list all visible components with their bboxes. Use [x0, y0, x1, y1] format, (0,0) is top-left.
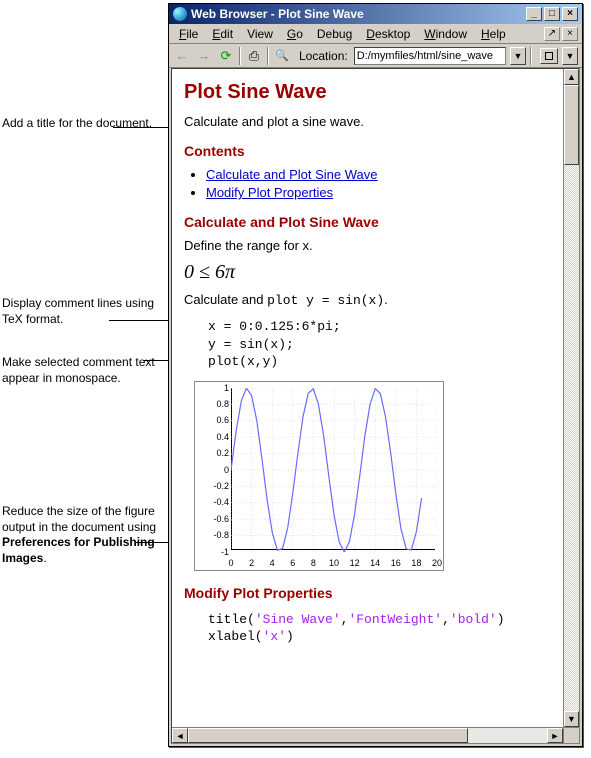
section-text: Define the range for x. — [184, 238, 551, 253]
forward-button[interactable]: → — [195, 47, 213, 65]
xtick-label: 2 — [249, 558, 254, 568]
vertical-scrollbar[interactable]: ▲ ▼ — [563, 69, 579, 727]
xtick-label: 6 — [290, 558, 295, 568]
menu-view[interactable]: View — [241, 26, 279, 42]
xtick-label: 14 — [370, 558, 380, 568]
xtick-label: 8 — [311, 558, 316, 568]
text-span: Calculate and — [184, 292, 267, 307]
ytick-label: -0.2 — [195, 481, 229, 491]
menu-file[interactable]: File — [173, 26, 204, 42]
ytick-label: 0.6 — [195, 415, 229, 425]
leader-line — [109, 320, 168, 321]
xtick-label: 10 — [329, 558, 339, 568]
location-label: Location: — [299, 49, 348, 63]
list-item: Calculate and Plot Sine Wave — [206, 167, 551, 182]
section-heading: Modify Plot Properties — [184, 585, 551, 601]
toolbar: ← → ⟳ ⎙ 🔍 Location: ▼ ▼ — [169, 44, 582, 68]
scroll-track[interactable] — [188, 728, 547, 743]
maximize-button[interactable]: □ — [544, 7, 560, 21]
text-span: . — [384, 292, 388, 307]
toolbar-separator — [267, 47, 269, 65]
print-button[interactable]: ⎙ — [245, 47, 263, 65]
menu-help[interactable]: Help — [475, 26, 512, 42]
xtick-label: 0 — [228, 558, 233, 568]
mono-span: plot y = sin(x) — [267, 293, 384, 308]
xtick-label: 4 — [270, 558, 275, 568]
minimize-button[interactable]: _ — [526, 7, 542, 21]
xtick-label: 12 — [350, 558, 360, 568]
menubar-close-button[interactable]: × — [562, 27, 578, 41]
ytick-label: 0.4 — [195, 432, 229, 442]
undock-button[interactable]: ↗ — [544, 27, 560, 41]
annotation-monospace: Make selected comment text appear in mon… — [2, 355, 162, 386]
annotation-text: . — [43, 551, 46, 565]
code-block: title('Sine Wave','FontWeight','bold') x… — [208, 611, 551, 646]
viewport: Plot Sine Wave Calculate and plot a sine… — [171, 68, 580, 744]
page-title: Plot Sine Wave — [184, 81, 551, 104]
location-input[interactable] — [354, 47, 506, 65]
reload-button[interactable]: ⟳ — [217, 47, 235, 65]
plot-canvas — [231, 388, 437, 552]
table-of-contents: Calculate and Plot Sine Wave Modify Plot… — [206, 167, 551, 200]
location-dropdown-button[interactable]: ▼ — [510, 47, 526, 65]
document-content: Plot Sine Wave Calculate and plot a sine… — [172, 69, 563, 727]
section-heading: Calculate and Plot Sine Wave — [184, 214, 551, 230]
math-expression: 0 ≤ 6π — [184, 261, 551, 284]
intro-text: Calculate and plot a sine wave. — [184, 114, 551, 129]
ytick-label: 0.2 — [195, 448, 229, 458]
scroll-right-button[interactable]: ► — [547, 728, 563, 743]
menu-window[interactable]: Window — [418, 26, 473, 42]
scroll-up-button[interactable]: ▲ — [564, 69, 579, 85]
window-title: Web Browser - Plot Sine Wave — [191, 7, 364, 21]
ytick-label: -1 — [195, 547, 229, 557]
sine-line — [231, 388, 422, 552]
back-button[interactable]: ← — [173, 47, 191, 65]
horizontal-scrollbar[interactable]: ◄ ► — [172, 727, 563, 743]
scroll-thumb[interactable] — [188, 728, 468, 743]
leader-line — [144, 360, 168, 361]
menu-desktop[interactable]: Desktop — [360, 26, 416, 42]
list-item: Modify Plot Properties — [206, 185, 551, 200]
size-grip[interactable] — [563, 727, 579, 743]
annotation-figure-size: Reduce the size of the figure output in … — [2, 504, 162, 566]
ytick-label: 0.8 — [195, 399, 229, 409]
menu-go[interactable]: Go — [281, 26, 309, 42]
annotation-tex: Display comment lines using TeX format. — [2, 296, 157, 327]
leader-line — [113, 127, 168, 128]
ytick-label: 1 — [195, 383, 229, 393]
scroll-left-button[interactable]: ◄ — [172, 728, 188, 743]
ytick-label: 0 — [195, 465, 229, 475]
toc-link-calculate[interactable]: Calculate and Plot Sine Wave — [206, 167, 378, 182]
toolbar-separator — [239, 47, 241, 65]
menu-debug[interactable]: Debug — [311, 26, 358, 42]
xtick-label: 16 — [391, 558, 401, 568]
contents-heading: Contents — [184, 143, 551, 159]
annotation-title: Add a title for the document. — [2, 116, 157, 132]
dock-dropdown-button[interactable]: ▼ — [562, 47, 578, 65]
find-button[interactable]: 🔍 — [273, 47, 291, 65]
scroll-thumb[interactable] — [564, 85, 579, 165]
scroll-track[interactable] — [564, 85, 579, 711]
menubar: File Edit View Go Debug Desktop Window H… — [169, 24, 582, 44]
titlebar: Web Browser - Plot Sine Wave _ □ × — [169, 4, 582, 24]
scroll-down-button[interactable]: ▼ — [564, 711, 579, 727]
xtick-label: 18 — [411, 558, 421, 568]
toc-link-modify[interactable]: Modify Plot Properties — [206, 185, 333, 200]
xtick-label: 20 — [432, 558, 442, 568]
sine-plot: -1-0.8-0.6-0.4-0.200.20.40.60.8102468101… — [194, 381, 444, 571]
toolbar-separator — [530, 47, 532, 65]
calc-text: Calculate and plot y = sin(x). — [184, 292, 551, 308]
dock-toggle-button[interactable] — [540, 48, 558, 64]
code-block: x = 0:0.125:6*pi; y = sin(x); plot(x,y) — [208, 318, 551, 371]
annotation-text: Reduce the size of the figure output in … — [2, 504, 156, 534]
ytick-label: -0.4 — [195, 497, 229, 507]
menu-edit[interactable]: Edit — [206, 26, 239, 42]
close-button[interactable]: × — [562, 7, 578, 21]
leader-line — [136, 542, 169, 543]
browser-window: Web Browser - Plot Sine Wave _ □ × File … — [168, 3, 583, 747]
globe-icon — [173, 7, 187, 21]
ytick-label: -0.8 — [195, 530, 229, 540]
annotation-text-bold: Preferences for Publishing Images — [2, 535, 155, 565]
ytick-label: -0.6 — [195, 514, 229, 524]
